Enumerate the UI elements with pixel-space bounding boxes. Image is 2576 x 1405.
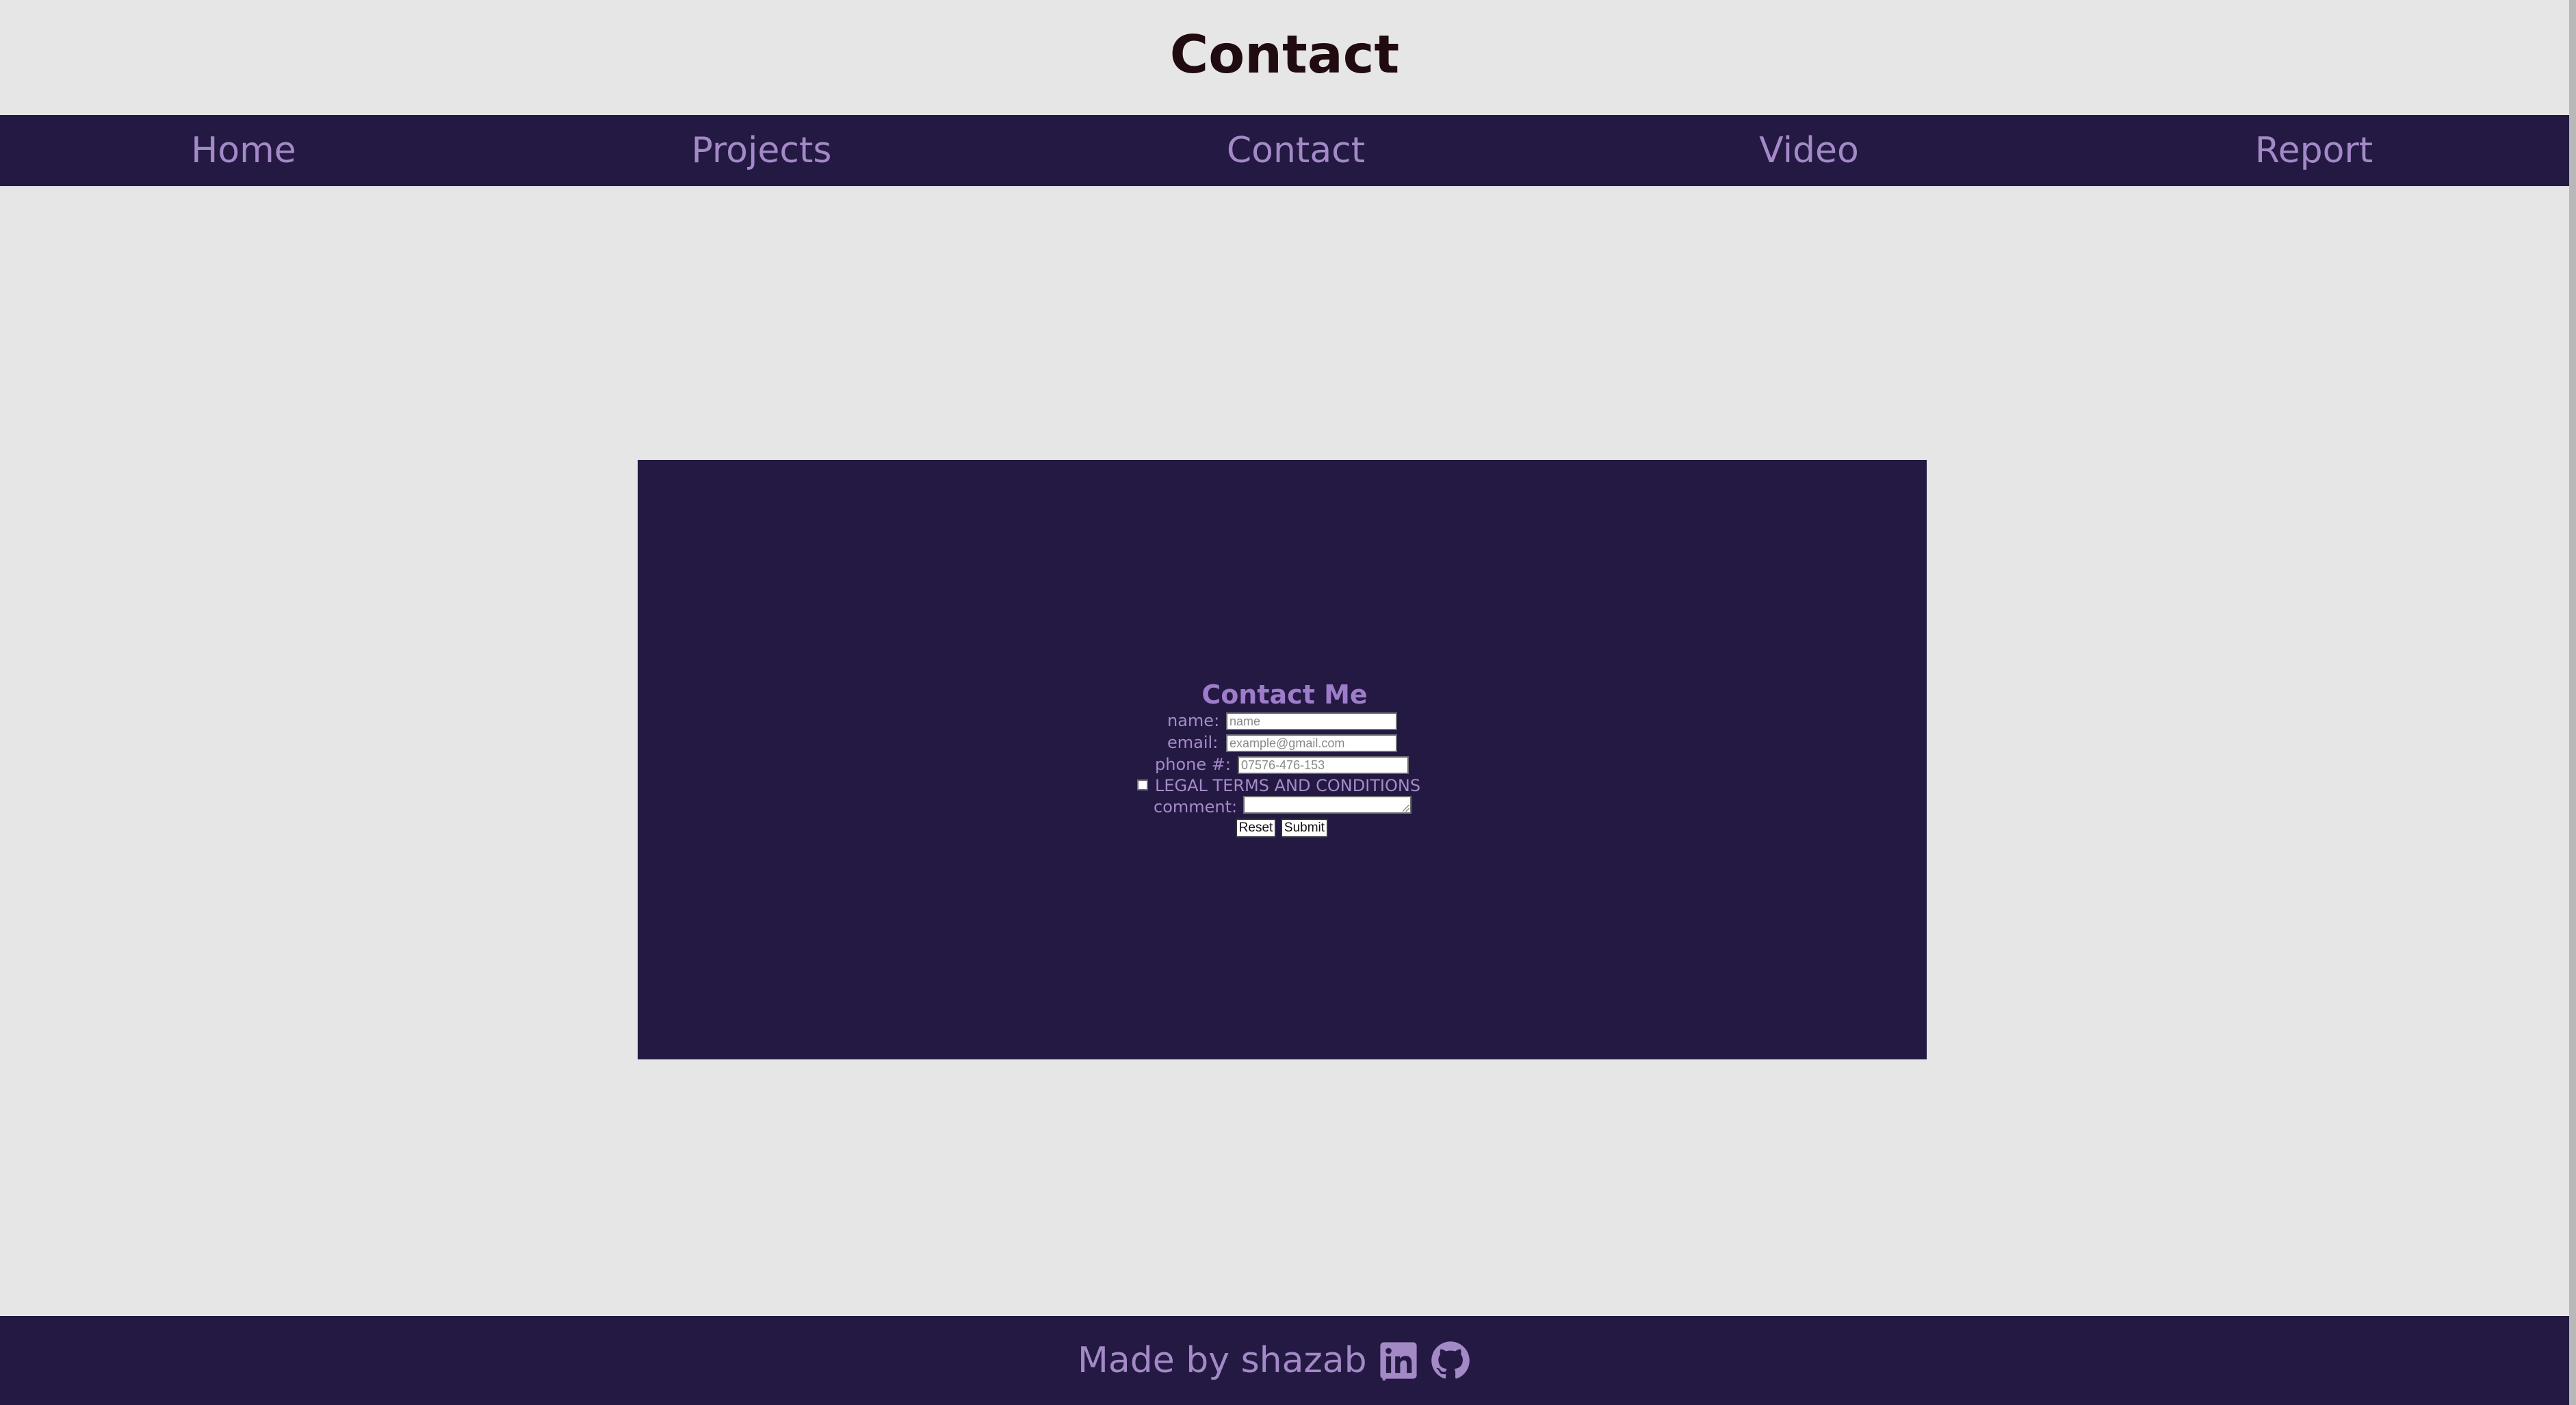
contact-form-title: Contact Me	[1201, 680, 1368, 710]
submit-button[interactable]: Submit	[1281, 818, 1328, 838]
reset-button[interactable]: Reset	[1236, 818, 1276, 838]
page: Contact Home Projects Contact Video Repo…	[0, 0, 2576, 1405]
comment-textarea[interactable]	[1243, 796, 1411, 814]
phone-input[interactable]: 07576-476-153	[1238, 756, 1409, 774]
linkedin-icon[interactable]	[1379, 1341, 1418, 1380]
footer-credit: Made by shazab |	[1078, 1340, 1390, 1381]
comment-label: comment:	[1154, 797, 1238, 816]
name-label: name:	[1167, 711, 1220, 730]
contact-form: Contact Me name: name email: example@gma…	[0, 0, 2569, 1405]
name-input[interactable]: name	[1226, 712, 1397, 730]
terms-label: LEGAL TERMS AND CONDITIONS	[1155, 776, 1421, 795]
phone-label: phone #:	[1155, 755, 1231, 774]
email-input[interactable]: example@gmail.com	[1226, 734, 1397, 752]
terms-checkbox[interactable]	[1137, 779, 1148, 790]
resize-grip-icon[interactable]	[1403, 805, 1409, 812]
github-icon[interactable]	[1431, 1341, 1470, 1380]
page-footer: Made by shazab |	[0, 1316, 2569, 1405]
email-label: email:	[1167, 733, 1219, 752]
